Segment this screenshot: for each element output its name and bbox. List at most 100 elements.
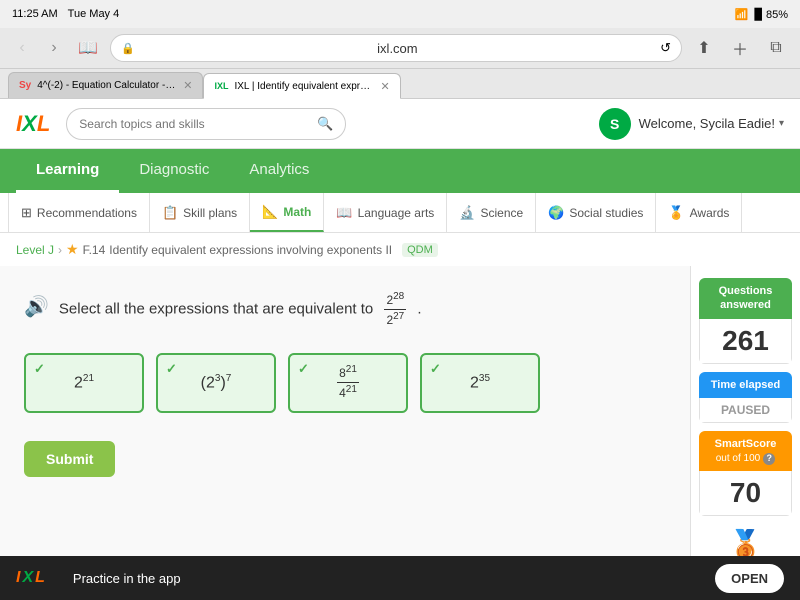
sub-nav-math[interactable]: 📐 Math (250, 193, 324, 232)
tab-close-2[interactable]: ✕ (380, 80, 389, 93)
questions-answered-header: Questions answered (699, 278, 792, 319)
ixl-logo: I X L (16, 111, 50, 137)
share-button[interactable]: ⬆ (690, 34, 718, 62)
search-icon: 🔍 (317, 116, 333, 132)
smart-score-header: SmartScore out of 100 ? (699, 431, 792, 472)
answer-choices: ✓ 221 ✓ (23)7 ✓ 821 421 ✓ 235 (24, 353, 666, 413)
sub-nav-languagearts[interactable]: 📖 Language arts (324, 193, 447, 232)
choice-c-denominator: 421 (337, 383, 359, 402)
choice-a-expression: 221 (74, 373, 94, 392)
status-day: Tue May 4 (68, 8, 120, 20)
tab-close-1[interactable]: ✕ (183, 79, 192, 92)
breadcrumb-star[interactable]: ★ (66, 241, 79, 258)
chevron-down-icon[interactable]: ▾ (779, 118, 784, 129)
status-bar: 11:25 AM Tue May 4 📶 ▉ 85% (0, 0, 800, 28)
user-greeting: Welcome, Sycila Eadie! ▾ (639, 116, 784, 131)
search-input[interactable] (79, 117, 309, 131)
question-area: 🔊 Select all the expressions that are eq… (0, 266, 690, 582)
tab-title-2: IXL | Identify equivalent expressions in… (234, 81, 374, 92)
header-right: S Welcome, Sycila Eadie! ▾ (599, 108, 784, 140)
right-panel: Questions answered 261 Time elapsed PAUS… (690, 266, 800, 582)
back-button[interactable]: ‹ (10, 36, 34, 60)
sub-nav-socialstudies[interactable]: 🌍 Social studies (536, 193, 656, 232)
smart-score-value: 70 (699, 471, 792, 516)
smartscore-help-icon[interactable]: ? (763, 453, 775, 465)
breadcrumb-skill-title: Identify equivalent expressions involvin… (109, 243, 392, 257)
nav-tab-analytics[interactable]: Analytics (229, 149, 329, 193)
answer-choice-d[interactable]: ✓ 235 (420, 353, 540, 413)
forward-button[interactable]: › (42, 36, 66, 60)
logo-letter-x: X (22, 111, 37, 137)
status-time: 11:25 AM (12, 8, 58, 20)
socialstudies-icon: 🌍 (548, 205, 564, 221)
breadcrumb-qcode: QDM (402, 243, 438, 257)
bottom-logo: I X L (16, 569, 45, 587)
audio-button[interactable]: 🔊 (24, 292, 49, 322)
answer-choice-b[interactable]: ✓ (23)7 (156, 353, 276, 413)
address-bar[interactable]: 🔒 ixl.com ↺ (110, 34, 682, 62)
recommendations-icon: ⊞ (21, 205, 32, 221)
questions-answered-value: 261 (699, 319, 792, 364)
questions-answered-card: Questions answered 261 (699, 278, 792, 364)
choice-d-expression: 235 (470, 373, 490, 392)
check-b: ✓ (166, 361, 177, 377)
bottom-logo-x: X (22, 569, 33, 587)
question-fraction: 228 227 (384, 290, 406, 329)
reader-button[interactable]: 📖 (74, 36, 102, 60)
bottom-logo-l: L (35, 569, 45, 587)
question-text-container: 🔊 Select all the expressions that are eq… (24, 290, 666, 329)
fraction-denominator: 227 (384, 310, 406, 329)
tabs-button[interactable]: ⧉ (762, 34, 790, 62)
breadcrumb-separator-1: › (58, 243, 62, 257)
sub-nav-skillplans[interactable]: 📋 Skill plans (150, 193, 250, 232)
avatar: S (599, 108, 631, 140)
check-c: ✓ (298, 361, 309, 377)
time-elapsed-header: Time elapsed (699, 372, 792, 398)
time-elapsed-status: PAUSED (699, 398, 792, 423)
nav-tabs: Learning Diagnostic Analytics (0, 149, 800, 193)
bottom-text: Practice in the app (73, 571, 703, 586)
breadcrumb: Level J › ★ F.14 Identify equivalent exp… (0, 233, 800, 266)
sub-nav-awards[interactable]: 🏅 Awards (656, 193, 742, 232)
choice-c-fraction: 821 421 (337, 363, 359, 402)
nav-tab-learning[interactable]: Learning (16, 149, 119, 193)
choice-b-expression: (23)7 (201, 373, 232, 392)
smart-score-card: SmartScore out of 100 ? 70 (699, 431, 792, 517)
skillplans-icon: 📋 (162, 205, 178, 221)
awards-icon: 🏅 (668, 205, 684, 221)
question-text: Select all the expressions that are equi… (59, 290, 422, 329)
tab-favicon-1: Sy (19, 80, 31, 91)
add-tab-button[interactable]: ＋ (726, 34, 754, 62)
browser-tab-symbolab[interactable]: Sy 4^(-2) - Equation Calculator - Symbol… (8, 72, 203, 98)
logo-letter-l: L (37, 111, 50, 137)
main-content: 🔊 Select all the expressions that are eq… (0, 266, 800, 582)
answer-choice-a[interactable]: ✓ 221 (24, 353, 144, 413)
app-header: I X L 🔍 S Welcome, Sycila Eadie! ▾ (0, 99, 800, 149)
lock-icon: 🔒 (121, 42, 135, 55)
tab-favicon-2: IXL (214, 81, 228, 91)
submit-button[interactable]: Submit (24, 441, 115, 477)
reload-icon[interactable]: ↺ (660, 40, 671, 56)
url-text: ixl.com (141, 41, 654, 56)
breadcrumb-level[interactable]: Level J (16, 243, 54, 257)
check-d: ✓ (430, 361, 441, 377)
sub-nav-recommendations[interactable]: ⊞ Recommendations (8, 193, 150, 232)
nav-tab-diagnostic[interactable]: Diagnostic (119, 149, 229, 193)
open-app-button[interactable]: OPEN (715, 564, 784, 593)
fraction-numerator: 228 (384, 290, 406, 310)
sub-nav-science[interactable]: 🔬 Science (447, 193, 536, 232)
math-icon: 📐 (262, 204, 278, 220)
breadcrumb-skill-code: F.14 (83, 243, 106, 257)
battery-indicator: ▉ 85% (754, 8, 788, 21)
choice-c-numerator: 821 (337, 363, 359, 383)
wifi-icon: 📶 (735, 8, 749, 21)
time-elapsed-card: Time elapsed PAUSED (699, 372, 792, 423)
answer-choice-c[interactable]: ✓ 821 421 (288, 353, 408, 413)
search-box[interactable]: 🔍 (66, 108, 346, 140)
browser-tabs: Sy 4^(-2) - Equation Calculator - Symbol… (0, 69, 800, 99)
sub-nav: ⊞ Recommendations 📋 Skill plans 📐 Math 📖… (0, 193, 800, 233)
languagearts-icon: 📖 (336, 205, 352, 221)
browser-chrome: ‹ › 📖 🔒 ixl.com ↺ ⬆ ＋ ⧉ (0, 28, 800, 69)
tab-title-1: 4^(-2) - Equation Calculator - Symbolab (37, 80, 177, 91)
browser-tab-ixl[interactable]: IXL IXL | Identify equivalent expression… (203, 73, 400, 99)
